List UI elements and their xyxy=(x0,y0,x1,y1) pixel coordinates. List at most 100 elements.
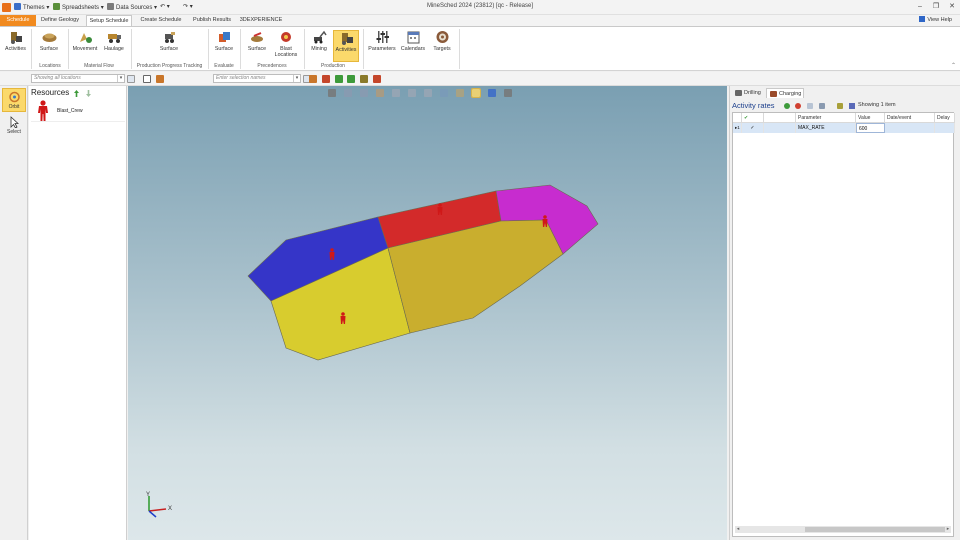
person-icon xyxy=(38,100,48,121)
axis-triad: Y X xyxy=(146,492,172,518)
scroll-left-icon[interactable]: ◂ xyxy=(735,526,741,533)
group-label-material-flow: Material Flow xyxy=(84,63,114,69)
row-blank-cell xyxy=(764,123,796,133)
grid-header-value[interactable]: Value xyxy=(856,113,885,123)
tab-publish-results[interactable]: Publish Results xyxy=(189,15,235,26)
row-enabled-checkbox[interactable]: ✓ xyxy=(742,123,764,133)
help-icon xyxy=(919,16,926,22)
collapse-ribbon-button[interactable]: ⌃ xyxy=(951,62,956,69)
filter-options-icon[interactable] xyxy=(127,75,135,83)
haulage-button[interactable]: Haulage xyxy=(101,30,127,62)
chevron-down-icon[interactable]: ▾ xyxy=(117,75,124,82)
activity-rates-header: Activity rates Showing 1 item xyxy=(732,100,955,111)
locations-surface-button[interactable]: Surface xyxy=(35,30,63,62)
group-label-locations: Locations xyxy=(39,63,61,69)
orbit-tool[interactable]: Orbit xyxy=(2,88,26,112)
view-help-link[interactable]: View Help xyxy=(919,16,952,23)
filter-funnel-icon[interactable] xyxy=(849,103,855,109)
scroll-right-icon[interactable]: ▸ xyxy=(945,526,951,533)
arrow-left-icon[interactable] xyxy=(335,75,343,83)
tab-define-geology[interactable]: Define Geology xyxy=(37,15,83,26)
mining-button[interactable]: Mining xyxy=(307,30,331,62)
add-icon[interactable] xyxy=(784,103,790,109)
haulage-icon xyxy=(107,34,121,43)
tab-charging[interactable]: Charging xyxy=(766,88,804,98)
sequence-icon[interactable] xyxy=(360,75,368,83)
tab-create-schedule[interactable]: Create Schedule xyxy=(136,15,186,26)
copy-icon[interactable] xyxy=(807,103,813,109)
minimize-button[interactable]: – xyxy=(914,2,926,12)
window-title: MineSched 2024 (23812) [qc - Release] xyxy=(426,3,534,9)
close-button[interactable]: ✕ xyxy=(946,2,958,12)
grid-header-indicator xyxy=(733,113,742,123)
evaluate-surface-icon xyxy=(218,32,230,42)
delete-icon[interactable] xyxy=(795,103,801,109)
precedence-surface-icon xyxy=(250,32,263,42)
parameter-cell[interactable]: MAX_RATE xyxy=(796,123,856,133)
select-all-icon[interactable] xyxy=(143,75,151,83)
production-activities-button[interactable]: Activities xyxy=(333,30,359,62)
value-cell[interactable]: 600 xyxy=(856,123,885,133)
evaluate-surface-button[interactable]: Surface xyxy=(211,30,237,62)
activity-properties-panel: Drilling Charging Activity rates Showing… xyxy=(729,86,960,540)
grid-header-enabled[interactable]: ✔ xyxy=(742,113,764,123)
select-tool[interactable]: Select xyxy=(2,114,26,138)
horizontal-scrollbar[interactable]: ◂ ▸ xyxy=(735,526,951,533)
clear-selection-icon[interactable] xyxy=(373,75,381,83)
list-icon[interactable] xyxy=(819,103,825,109)
grid-header-delay[interactable]: Delay xyxy=(935,113,955,123)
selection-names-combo[interactable]: Enter selection names ▾ xyxy=(213,74,301,83)
delay-cell[interactable] xyxy=(935,123,955,133)
move-down-icon[interactable] xyxy=(86,90,91,97)
arrow-right-icon[interactable] xyxy=(347,75,355,83)
tab-schedule[interactable]: Schedule xyxy=(0,15,36,26)
cursor-arrow-icon xyxy=(10,116,19,128)
targets-button[interactable]: Targets xyxy=(429,30,455,62)
resources-panel: Resources Blast_Crew xyxy=(29,86,127,540)
locations-filter-combo[interactable]: Showing all locations ▾ xyxy=(31,74,125,83)
ppt-surface-button[interactable]: Surface xyxy=(155,30,183,62)
target-icon xyxy=(436,31,448,43)
tab-setup-schedule[interactable]: Setup Schedule xyxy=(86,15,132,26)
group-label-evaluate: Evaluate xyxy=(214,63,234,69)
export-icon[interactable] xyxy=(837,103,843,109)
parameters-button[interactable]: Parameters xyxy=(367,30,397,62)
filter-toolbar: Showing all locations ▾ Enter selection … xyxy=(0,72,960,86)
ribbon-tab-bar: Schedule Define Geology Setup Schedule C… xyxy=(0,15,960,26)
restore-button[interactable]: ❐ xyxy=(930,2,942,12)
activities-icon xyxy=(11,32,22,44)
blast-locations-button[interactable]: Blast Locations xyxy=(271,30,301,62)
3d-viewport[interactable]: Y X xyxy=(128,86,727,540)
resources-title: Resources xyxy=(31,88,70,97)
scrollbar-thumb[interactable] xyxy=(805,527,945,532)
move-up-icon[interactable] xyxy=(74,90,79,97)
orbit-icon xyxy=(8,91,20,103)
mining-excavator-icon xyxy=(313,30,327,44)
group-label-precedences: Precedences xyxy=(257,63,287,69)
date-event-cell[interactable] xyxy=(885,123,935,133)
precedences-surface-button[interactable]: Surface xyxy=(244,30,270,62)
calendar-icon xyxy=(407,31,419,44)
drill-surface-icon xyxy=(164,32,175,43)
axis-x-label: X xyxy=(168,506,172,512)
drilling-icon xyxy=(735,90,742,96)
grid-header-parameter[interactable]: Parameter xyxy=(796,113,856,123)
row-indicator[interactable]: ▸1 xyxy=(733,123,742,133)
activity-rates-grid: ✔ Parameter Value Date/event Delay ▸1 ✓ … xyxy=(732,112,955,537)
block-model-view: Y X xyxy=(146,184,599,518)
grid-header-date-event[interactable]: Date/event xyxy=(885,113,935,123)
activities-icon xyxy=(341,33,353,45)
tab-3dexperience[interactable]: 3DEXPERIENCE xyxy=(238,15,284,26)
calendars-button[interactable]: Calendars xyxy=(399,30,427,62)
tab-drilling[interactable]: Drilling xyxy=(732,88,764,98)
movement-button[interactable]: Movement xyxy=(71,30,99,62)
location-tool-icon[interactable] xyxy=(156,75,164,83)
resource-item[interactable]: Blast_Crew xyxy=(31,100,125,122)
chevron-down-icon[interactable]: ▾ xyxy=(293,75,300,82)
selection-tool-icon[interactable] xyxy=(309,75,317,83)
blast-select-icon[interactable] xyxy=(322,75,330,83)
item-count: Showing 1 item xyxy=(858,102,896,108)
blast-locations-icon xyxy=(280,32,291,42)
surface-icon xyxy=(42,33,56,42)
activities-button[interactable]: Activities xyxy=(3,30,28,62)
